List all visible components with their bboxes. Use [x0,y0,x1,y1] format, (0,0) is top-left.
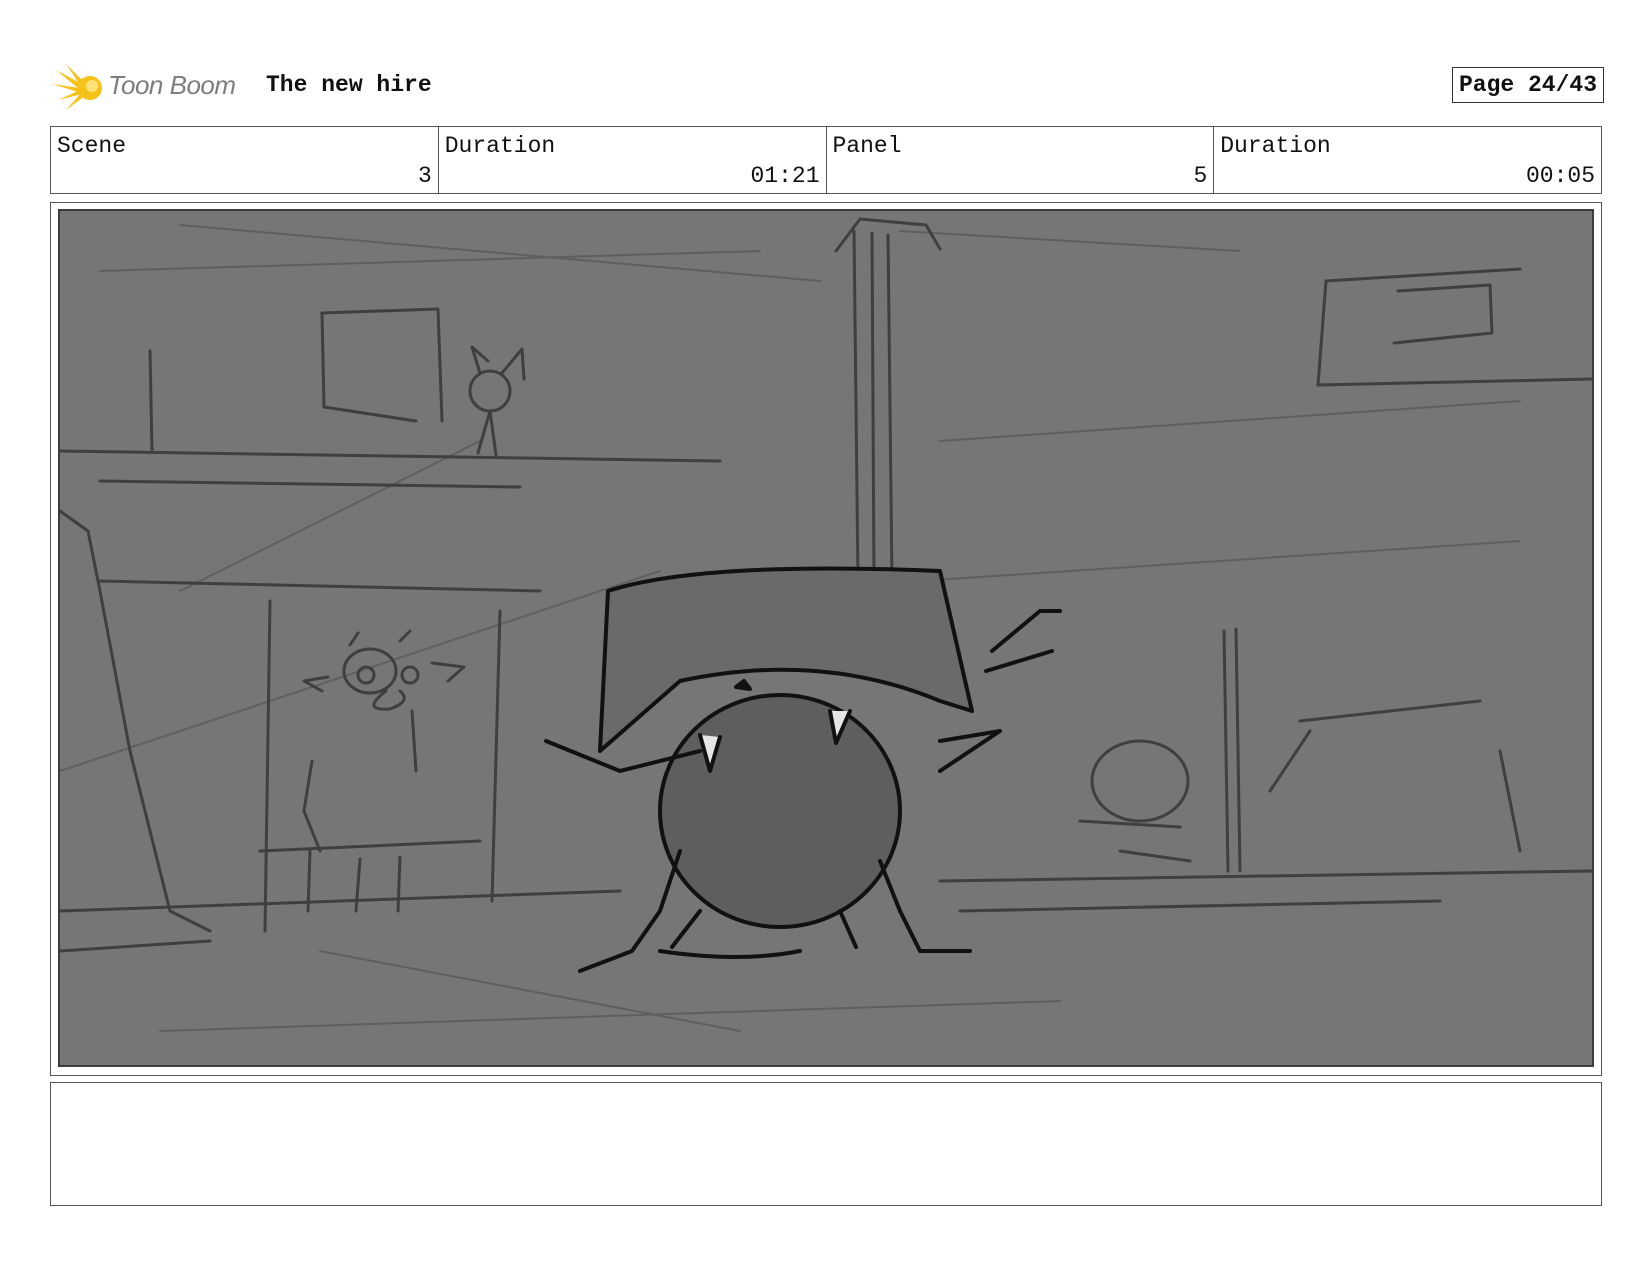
scene-duration-value: 01:21 [750,163,820,189]
panel-duration-value: 00:05 [1525,163,1595,189]
starburst-logo-icon [52,64,102,110]
panel-notes-box [50,1082,1602,1206]
toon-boom-logo: Toon Boom [52,62,262,114]
scene-duration-cell: Duration 01:21 [439,127,827,193]
scene-cell: Scene 3 [51,127,439,193]
panel-info-bar: Scene 3 Duration 01:21 Panel 5 Duration … [50,126,1602,194]
page-header: Toon Boom The new hire Page 24/43 [52,58,1604,114]
panel-label: Panel [832,133,902,159]
panel-duration-label: Duration [1220,133,1331,159]
logo-text: Toon Boom [108,70,236,100]
page-number: Page 24/43 [1451,67,1604,103]
panel-cell: Panel 5 [827,127,1215,193]
panel-frame [50,202,1602,1076]
storyboard-sketch [58,209,1594,1067]
panel-value: 5 [1193,163,1208,189]
scene-duration-label: Duration [444,133,556,159]
panel-duration-cell: Duration 00:05 [1214,127,1601,193]
sketch-drawing [60,217,1592,1032]
scene-value: 3 [417,163,432,189]
storyboard-title: The new hire [266,72,432,98]
scene-label: Scene [57,133,127,159]
